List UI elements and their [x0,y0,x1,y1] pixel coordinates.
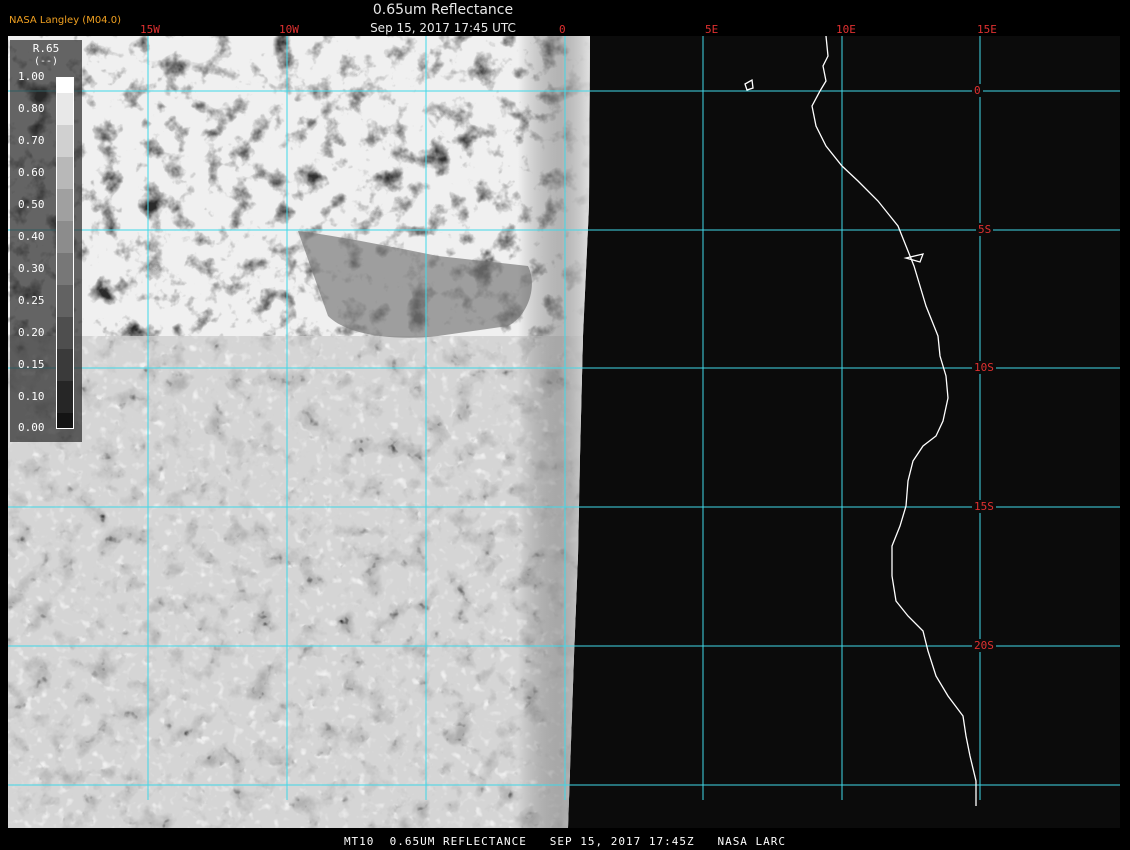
footer-caption: MT10 0.65UM REFLECTANCE SEP 15, 2017 17:… [343,835,787,848]
africa-coastline [811,36,977,806]
lon-label-5e: 5E [705,23,719,36]
legend-tick: 0.10 [18,390,45,403]
walvis-inlet [903,253,925,263]
bioko-island [744,78,754,91]
lon-label-10w: 10W [279,23,299,36]
legend-title: R.65 [32,42,60,55]
lat-label-0: 0 [972,84,983,97]
lon-label-0: 0 [559,23,566,36]
legend-tick: 0.60 [18,166,45,179]
legend-tick: 0.30 [18,262,45,275]
graticule [8,36,1120,800]
legend-tick: 0.20 [18,326,45,339]
legend-tick: 0.25 [18,294,45,307]
legend-tick: 1.00 [18,70,45,83]
legend-tick: 0.80 [18,102,45,115]
lon-label-15e: 15E [977,23,997,36]
map-overlay [8,36,1120,806]
legend-tick: 0.15 [18,358,45,371]
legend-tick: 0.50 [18,198,45,211]
legend-tick: 0.00 [18,421,45,434]
coastline [744,36,977,806]
lon-label-15w: 15W [140,23,160,36]
product-title: 0.65um Reflectance [372,2,514,18]
legend-gradient [57,78,73,428]
lon-label-10e: 10E [836,23,856,36]
lat-label-15s: 15S [972,500,996,513]
legend-units: (--) [33,56,59,67]
legend-tick: 0.70 [18,134,45,147]
map-frame[interactable] [8,36,1120,828]
lat-label-10s: 10S [972,361,996,374]
legend-tick: 0.40 [18,230,45,243]
datetime-label: Sep 15, 2017 17:45 UTC [370,21,516,35]
legend-colorbar [56,77,74,429]
lat-label-5s: 5S [976,223,994,236]
lat-label-20s: 20S [972,639,996,652]
